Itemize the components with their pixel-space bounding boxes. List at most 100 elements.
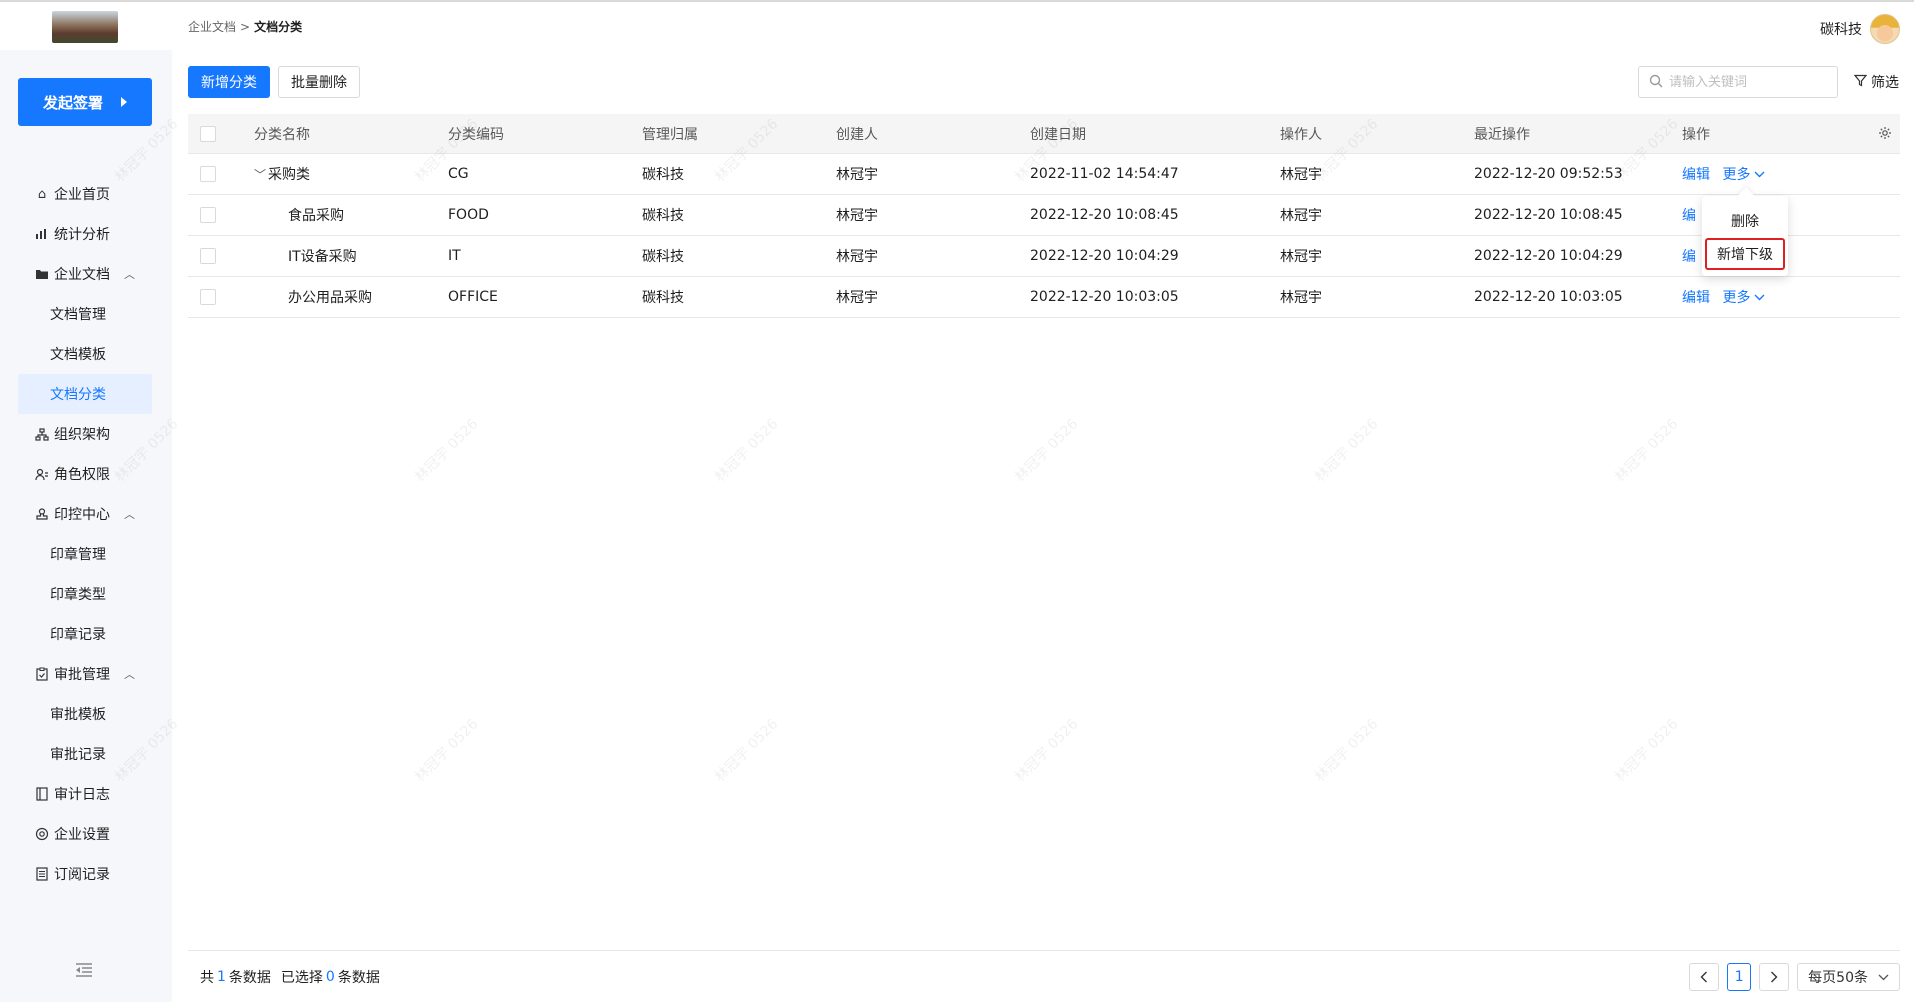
sidebar-item-settings[interactable]: 企业设置 — [18, 814, 152, 854]
sidebar-item-label: 企业首页 — [54, 187, 110, 203]
row-checkbox-cell — [188, 289, 240, 305]
sidebar-item-approval[interactable]: 审批管理 ︿ — [18, 654, 152, 694]
sidebar-item-home[interactable]: ⌂ 企业首页 — [18, 174, 152, 214]
row-checkbox[interactable] — [200, 289, 216, 305]
chevron-up-icon: ︿ — [124, 268, 135, 281]
sidebar-item-roles[interactable]: 角色权限 — [18, 454, 152, 494]
row-checkbox-cell — [188, 166, 240, 182]
filter-icon — [1853, 74, 1868, 91]
chevron-left-icon — [1700, 971, 1708, 983]
breadcrumb-item-current: 文档分类 — [254, 20, 303, 34]
next-page-button[interactable] — [1759, 963, 1790, 991]
cell-owner: 碳科技 — [642, 208, 684, 224]
company-logo[interactable] — [52, 11, 118, 43]
cell-name: 食品采购 — [288, 208, 344, 224]
cell-owner: 碳科技 — [642, 167, 684, 183]
clipboard-icon — [34, 667, 50, 681]
sidebar-item-label: 统计分析 — [54, 227, 110, 243]
chart-icon — [34, 228, 50, 240]
more-label: 更多 — [1722, 167, 1751, 183]
column-settings-icon[interactable] — [1878, 126, 1892, 144]
filter-label: 筛选 — [1871, 75, 1899, 91]
edit-link[interactable]: 编辑 — [1682, 167, 1710, 183]
sidebar-item-doc-category[interactable]: 文档分类 — [18, 374, 152, 414]
cell-code: OFFICE — [448, 289, 498, 305]
launch-sign-button[interactable]: 发起签署 — [18, 78, 152, 126]
sidebar-item-seal-center[interactable]: 印控中心 ︿ — [18, 494, 152, 534]
sidebar-item-subscription[interactable]: 订阅记录 — [18, 854, 152, 894]
book-icon — [34, 787, 50, 801]
batch-delete-button[interactable]: 批量删除 — [278, 66, 360, 98]
row-checkbox-cell — [188, 207, 240, 223]
top-header: 企业文档 > 文档分类 碳科技 — [0, 0, 1914, 50]
sidebar-item-approval-record[interactable]: 审批记录 — [18, 734, 152, 774]
collapse-sidebar-icon[interactable] — [75, 962, 93, 983]
add-category-button[interactable]: 新增分类 — [188, 66, 270, 98]
edit-link[interactable]: 编 — [1682, 249, 1696, 265]
sidebar-item-seal-manage[interactable]: 印章管理 — [18, 534, 152, 574]
select-all-checkbox[interactable] — [200, 125, 216, 142]
company-name: 碳科技 — [1820, 22, 1862, 38]
tree-toggle-chevron-down-icon[interactable]: ﹀ — [254, 168, 266, 182]
avatar[interactable] — [1870, 14, 1900, 44]
sidebar-menu: ⌂ 企业首页 统计分析 企业文档 ︿ 文档管理 文档模板 文档分类 组织架构 角… — [18, 174, 152, 894]
sidebar-item-seal-type[interactable]: 印章类型 — [18, 574, 152, 614]
row-checkbox[interactable] — [200, 207, 216, 223]
folder-icon — [34, 268, 50, 280]
edit-link[interactable]: 编 — [1682, 208, 1696, 224]
column-header-operator: 操作人 — [1266, 124, 1460, 144]
sidebar-item-approval-template[interactable]: 审批模板 — [18, 694, 152, 734]
sidebar-item-audit-log[interactable]: 审计日志 — [18, 774, 152, 814]
sidebar-item-label: 角色权限 — [54, 467, 110, 483]
category-table: 分类名称 分类编码 管理归属 创建人 创建日期 操作人 最近操作 操作 ﹀ 采购类… — [188, 114, 1900, 318]
cell-last-op: 2022-12-20 10:08:45 — [1474, 207, 1623, 223]
edit-link[interactable]: 编辑 — [1682, 290, 1710, 306]
sidebar-item-label: 印章管理 — [50, 547, 106, 563]
page-size-select[interactable]: 每页50条 — [1797, 963, 1900, 991]
table-row[interactable]: 食品采购 FOOD 碳科技 林冠宇 2022-12-20 10:08:45 林冠… — [188, 195, 1900, 236]
caret-right-icon — [121, 97, 127, 107]
cell-code: IT — [448, 248, 461, 264]
sidebar-item-label: 组织架构 — [54, 427, 110, 443]
dropdown-item-delete[interactable]: 删除 — [1702, 206, 1788, 236]
column-header-creator: 创建人 — [822, 124, 1016, 144]
column-header-created: 创建日期 — [1016, 124, 1266, 144]
cell-last-op: 2022-12-20 10:04:29 — [1474, 248, 1623, 264]
more-dropdown-trigger[interactable]: 更多 — [1722, 164, 1765, 184]
dropdown-item-add-child[interactable]: 新增下级 — [1705, 238, 1785, 270]
cell-created: 2022-11-02 14:54:47 — [1030, 166, 1179, 182]
prev-page-button[interactable] — [1689, 963, 1720, 991]
row-checkbox[interactable] — [200, 248, 216, 264]
page-number-button[interactable]: 1 — [1727, 963, 1752, 991]
cell-created: 2022-12-20 10:03:05 — [1030, 289, 1179, 305]
table-row[interactable]: IT设备采购 IT 碳科技 林冠宇 2022-12-20 10:04:29 林冠… — [188, 236, 1900, 277]
filter-button[interactable]: 筛选 — [1853, 72, 1899, 92]
chevron-down-icon — [1754, 171, 1765, 177]
column-header-code: 分类编码 — [434, 124, 628, 144]
sidebar-item-seal-record[interactable]: 印章记录 — [18, 614, 152, 654]
sidebar-item-label: 订阅记录 — [54, 867, 110, 883]
sidebar-item-org[interactable]: 组织架构 — [18, 414, 152, 454]
cell-creator: 林冠宇 — [836, 167, 878, 183]
sidebar-item-label: 企业设置 — [54, 827, 110, 843]
user-menu[interactable]: 碳科技 — [1820, 14, 1900, 44]
sidebar-item-doc-manage[interactable]: 文档管理 — [18, 294, 152, 334]
row-checkbox[interactable] — [200, 166, 216, 182]
sidebar-item-label: 印章类型 — [50, 587, 106, 603]
more-label: 更多 — [1722, 290, 1751, 306]
cell-name-text: 采购类 — [268, 167, 311, 183]
breadcrumb-item-parent[interactable]: 企业文档 — [188, 18, 236, 35]
cell-owner: 碳科技 — [642, 290, 684, 306]
more-dropdown-trigger[interactable]: 更多 — [1722, 287, 1765, 307]
table-row[interactable]: ﹀ 采购类 CG 碳科技 林冠宇 2022-11-02 14:54:47 林冠宇 … — [188, 154, 1900, 195]
sidebar-item-doc-template[interactable]: 文档模板 — [18, 334, 152, 374]
cell-name: ﹀ 采购类 — [240, 164, 434, 184]
table-row[interactable]: 办公用品采购 OFFICE 碳科技 林冠宇 2022-12-20 10:03:0… — [188, 277, 1900, 318]
sidebar-item-label: 印控中心 — [54, 507, 110, 523]
selected-suffix: 条数据 — [337, 969, 380, 986]
sidebar-item-stats[interactable]: 统计分析 — [18, 214, 152, 254]
search-input[interactable] — [1669, 74, 1829, 90]
main-content: 新增分类 批量删除 筛选 分类名称 分类编码 管理归属 创建人 创建日期 操作人… — [172, 50, 1914, 1002]
search-icon — [1649, 73, 1663, 92]
sidebar-item-documents[interactable]: 企业文档 ︿ — [18, 254, 152, 294]
